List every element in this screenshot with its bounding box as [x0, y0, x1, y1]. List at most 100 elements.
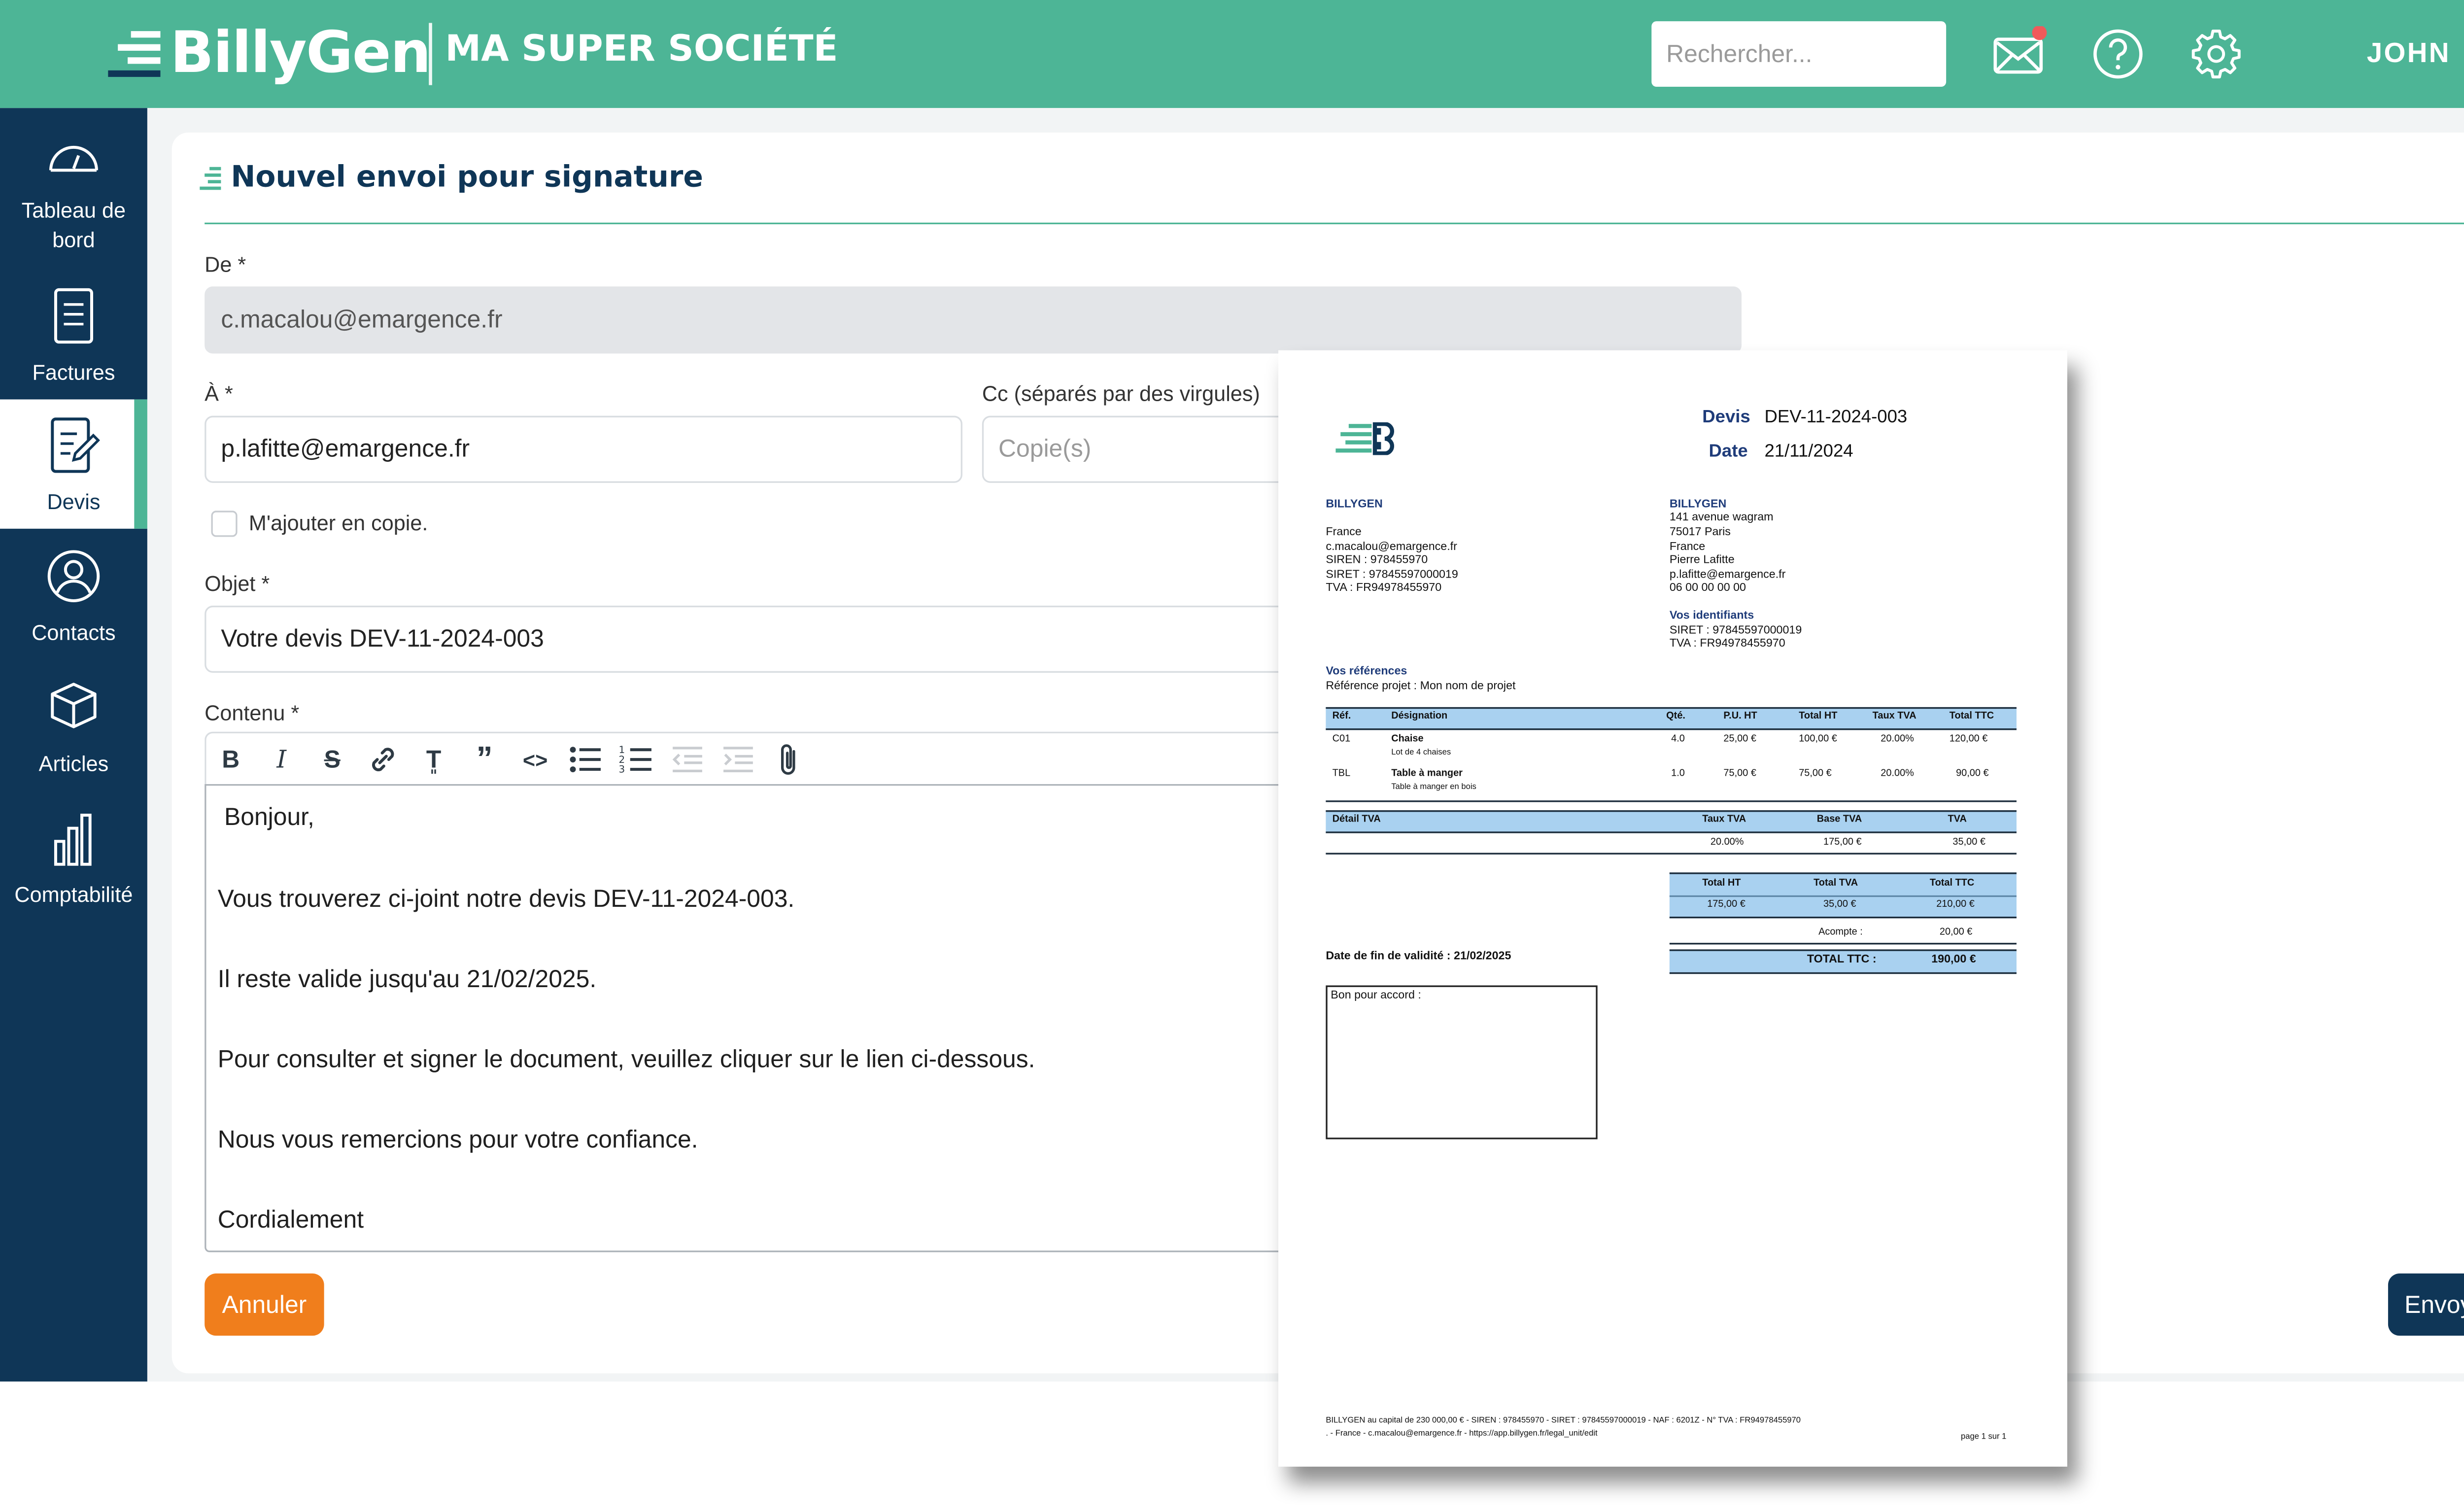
doc-footer-legal: BILLYGEN au capital de 230 000,00 € - SI…	[1326, 1416, 1801, 1426]
doc-page-number: page 1 sur 1	[1961, 1432, 2007, 1443]
to-field[interactable]	[205, 415, 962, 483]
sidebar-item-dashboard[interactable]: Tableau de bord	[0, 128, 147, 275]
items-header-cell: Taux TVA	[1872, 712, 1916, 722]
vat-header-cell: TVA	[1948, 815, 1967, 825]
client-name: BILLYGEN	[1669, 499, 1727, 511]
sidebar-item-comptabilite[interactable]: Comptabilité	[0, 792, 147, 922]
app-logo[interactable]: BillyGen	[108, 21, 431, 87]
sidebar-item-label: Factures	[32, 360, 115, 385]
doc-date-value: 21/11/2024	[1764, 442, 1853, 462]
sidebar: Tableau de bord Factures Devis Contacts …	[0, 108, 147, 1382]
items-header-cell: Désignation	[1391, 712, 1448, 722]
ids-title: Vos identifiants	[1669, 610, 1754, 622]
signature-box[interactable]	[1326, 985, 1598, 1139]
doc-devis-label: Devis	[1702, 408, 1750, 427]
vat-table-bottom-rule	[1326, 853, 2017, 855]
quote-edit-icon	[51, 417, 100, 473]
client-line: p.lafitte@emargence.fr	[1669, 569, 1786, 582]
send-button[interactable]: Envoyer	[2388, 1273, 2464, 1336]
content-line: Vous trouverez ci-joint notre devis DEV-…	[217, 885, 795, 914]
subject-label: Objet *	[205, 571, 270, 596]
total-ttc-label: TOTAL TTC :	[1807, 954, 1877, 966]
outdent-icon[interactable]	[669, 742, 705, 778]
bold-button[interactable]: B	[213, 742, 249, 778]
items-header-cell: Total TTC	[1949, 712, 1994, 722]
invoice-icon	[54, 288, 93, 344]
totals-header-cell: Total TVA	[1814, 879, 1858, 889]
bullet-list-icon[interactable]	[568, 742, 604, 778]
validity-date: Date de fin de validité : 21/02/2025	[1326, 951, 1511, 962]
logo-text: BillyGen	[170, 21, 431, 87]
vat-header-cell: Taux TVA	[1702, 815, 1746, 825]
doc-date-label: Date	[1709, 442, 1748, 462]
self-copy-label[interactable]: M'ajouter en copie.	[249, 511, 428, 535]
vat-cell: 175,00 €	[1823, 838, 1862, 848]
page-title: Nouvel envoi pour signature	[231, 160, 703, 195]
self-copy-checkbox[interactable]	[211, 511, 238, 537]
sidebar-item-label: Tableau de bord	[21, 198, 126, 252]
header-divider	[429, 23, 432, 85]
item-vat-rate: 20.00%	[1881, 735, 1914, 745]
settings-gear-icon[interactable]	[2189, 26, 2244, 82]
content-line: Cordialement	[217, 1206, 364, 1235]
sidebar-item-factures[interactable]: Factures	[0, 270, 147, 399]
vat-cell: 35,00 €	[1952, 838, 1985, 848]
user-circle-icon	[47, 550, 100, 602]
attachment-icon[interactable]	[771, 742, 807, 778]
sidebar-item-articles[interactable]: Articles	[0, 661, 147, 790]
help-icon[interactable]	[2090, 26, 2146, 82]
ids-line: SIRET : 97845597000019	[1669, 625, 1802, 637]
quote-button[interactable]: ”	[467, 741, 503, 778]
client-line: France	[1669, 542, 1706, 553]
from-field	[205, 286, 1742, 354]
ids-line: TVA : FR94978455970	[1669, 638, 1785, 650]
italic-button[interactable]: I	[264, 742, 300, 778]
numbered-list-icon[interactable]: 123	[618, 742, 654, 778]
indent-icon[interactable]	[720, 742, 756, 778]
search-input[interactable]	[1651, 21, 1947, 87]
content-line: Bonjour,	[224, 803, 314, 832]
sender-line: c.macalou@emargence.fr	[1326, 542, 1457, 553]
user-name[interactable]: JOHN	[2367, 37, 2451, 70]
cancel-button[interactable]: Annuler	[205, 1273, 324, 1336]
item-qty: 1.0	[1671, 769, 1685, 779]
item-unit-price: 75,00 €	[1723, 769, 1756, 779]
top-bar: BillyGen MA SUPER SOCIÉTÉ JOHN	[0, 0, 2464, 108]
sidebar-item-label: Devis	[47, 489, 101, 514]
item-name: Chaise	[1391, 735, 1424, 745]
strikethrough-button[interactable]: S	[314, 742, 350, 778]
to-label: À *	[205, 381, 233, 406]
items-header-cell: Réf.	[1332, 712, 1351, 722]
quote-document-preview[interactable]: Devis DEV-11-2024-003 Date 21/11/2024 BI…	[1278, 350, 2067, 1467]
mail-notification-icon[interactable]	[1992, 26, 2048, 82]
app-root: BillyGen MA SUPER SOCIÉTÉ JOHN	[0, 0, 2464, 1508]
refs-title: Vos références	[1326, 666, 1407, 678]
item-total-ht: 100,00 €	[1799, 735, 1837, 745]
content-editor[interactable]	[205, 784, 1351, 1252]
item-ref: TBL	[1332, 769, 1351, 779]
item-desc: Lot de 4 chaises	[1391, 748, 1451, 758]
client-line: Pierre Lafitte	[1669, 554, 1735, 567]
code-button[interactable]: <>	[517, 742, 553, 778]
link-icon[interactable]	[365, 742, 401, 778]
vat-table-header	[1326, 810, 2017, 833]
totals-divider	[1669, 895, 2017, 897]
content-line: Pour consulter et signer le document, ve…	[217, 1046, 1035, 1074]
title-lines-icon	[200, 167, 221, 190]
document-logo-icon	[1335, 422, 1394, 455]
item-name: Table à manger	[1391, 769, 1463, 779]
items-header-cell: Total HT	[1799, 712, 1838, 722]
sidebar-item-devis[interactable]: Devis	[0, 399, 147, 529]
doc-footer-contact: . - France - c.macalou@emargence.fr - ht…	[1326, 1429, 1598, 1439]
vat-header-cell: Base TVA	[1816, 815, 1862, 825]
sidebar-item-contacts[interactable]: Contacts	[0, 530, 147, 659]
svg-text:3: 3	[618, 764, 625, 775]
sidebar-item-label: Comptabilité	[14, 882, 133, 907]
totals-header-cell: Total TTC	[1929, 879, 1975, 889]
heading-button[interactable]: T͈	[416, 742, 452, 778]
content-label: Contenu *	[205, 700, 300, 725]
dashboard-gauge-icon	[49, 145, 98, 172]
editor-toolbar: B I S T͈ ” <> 123	[205, 731, 1351, 784]
item-total-ttc: 120,00 €	[1949, 735, 1988, 745]
totals-value: 35,00 €	[1823, 900, 1856, 910]
